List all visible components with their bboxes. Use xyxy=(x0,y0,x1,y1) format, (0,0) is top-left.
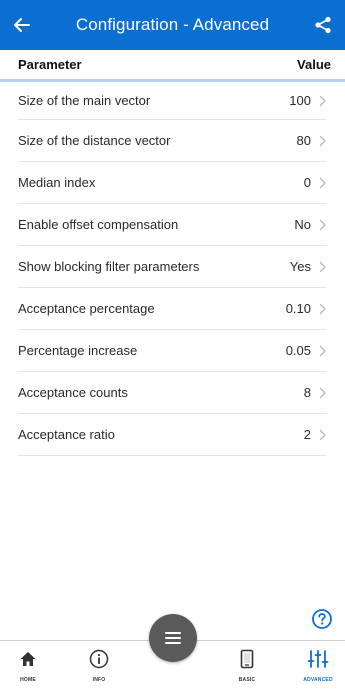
back-button[interactable] xyxy=(0,0,44,50)
parameter-row[interactable]: Enable offset compensation No xyxy=(18,204,327,246)
parameter-value: No xyxy=(294,217,311,232)
device-icon xyxy=(240,649,254,669)
chevron-right-icon xyxy=(319,218,327,232)
table-header: Parameter Value xyxy=(0,50,345,82)
chevron-right-icon xyxy=(319,344,327,358)
parameter-row[interactable]: Acceptance ratio 2 xyxy=(18,414,327,456)
chevron-right-icon xyxy=(319,302,327,316)
parameter-label: Enable offset compensation xyxy=(18,217,179,232)
parameter-value: 80 xyxy=(296,133,311,148)
chevron-right-icon xyxy=(319,176,327,190)
parameter-row[interactable]: Median index 0 xyxy=(18,162,327,204)
info-icon xyxy=(89,649,109,669)
parameter-row[interactable]: Percentage increase 0.05 xyxy=(18,330,327,372)
parameter-label: Acceptance counts xyxy=(18,385,128,400)
parameter-row[interactable]: Show blocking filter parameters Yes xyxy=(18,246,327,288)
parameter-value: Yes xyxy=(289,259,311,274)
sliders-icon xyxy=(307,650,329,668)
parameter-label: Show blocking filter parameters xyxy=(18,259,200,274)
parameter-label: Acceptance ratio xyxy=(18,427,115,442)
parameter-value: 8 xyxy=(303,385,311,400)
nav-advanced-label: ADVANCED xyxy=(303,677,333,683)
help-icon xyxy=(312,609,332,629)
parameter-row[interactable]: Size of the distance vector 80 xyxy=(18,120,327,162)
nav-home[interactable]: HOME xyxy=(8,645,48,691)
parameter-value: 0 xyxy=(303,175,311,190)
nav-basic[interactable]: BASIC xyxy=(227,645,267,691)
page-title: Configuration - Advanced xyxy=(75,15,270,34)
chevron-right-icon xyxy=(319,94,327,108)
chevron-right-icon xyxy=(319,134,327,148)
help-button[interactable] xyxy=(311,608,333,630)
chevron-right-icon xyxy=(319,260,327,274)
chevron-right-icon xyxy=(319,428,327,442)
value-column-header: Value xyxy=(297,57,331,72)
nav-home-label: HOME xyxy=(20,677,36,683)
parameter-label: Size of the main vector xyxy=(18,93,151,108)
parameter-label: Size of the distance vector xyxy=(18,133,171,148)
parameter-column-header: Parameter xyxy=(18,57,82,72)
chevron-right-icon xyxy=(319,386,327,400)
nav-info-label: INFO xyxy=(92,677,106,683)
parameter-value: 0.10 xyxy=(285,301,311,316)
share-button[interactable] xyxy=(301,0,345,50)
parameter-label: Median index xyxy=(18,175,96,190)
parameter-value: 100 xyxy=(289,93,311,108)
arrow-left-icon xyxy=(14,18,30,32)
parameter-list: Size of the main vector 100 Size of the … xyxy=(0,82,345,456)
app-bar: Configuration - Advanced xyxy=(0,0,345,50)
parameter-label: Percentage increase xyxy=(18,343,138,358)
menu-icon xyxy=(165,632,181,644)
menu-button[interactable] xyxy=(149,614,197,662)
parameter-row[interactable]: Acceptance percentage 0.10 xyxy=(18,288,327,330)
share-icon xyxy=(315,16,331,34)
parameter-row[interactable]: Size of the main vector 100 xyxy=(18,82,327,120)
parameter-value: 2 xyxy=(303,427,311,442)
home-icon xyxy=(20,652,36,666)
parameter-label: Acceptance percentage xyxy=(18,301,155,316)
nav-basic-label: BASIC xyxy=(238,677,256,683)
nav-info[interactable]: INFO xyxy=(79,645,119,691)
parameter-row[interactable]: Acceptance counts 8 xyxy=(18,372,327,414)
nav-advanced[interactable]: ADVANCED xyxy=(298,645,338,691)
parameter-value: 0.05 xyxy=(285,343,311,358)
